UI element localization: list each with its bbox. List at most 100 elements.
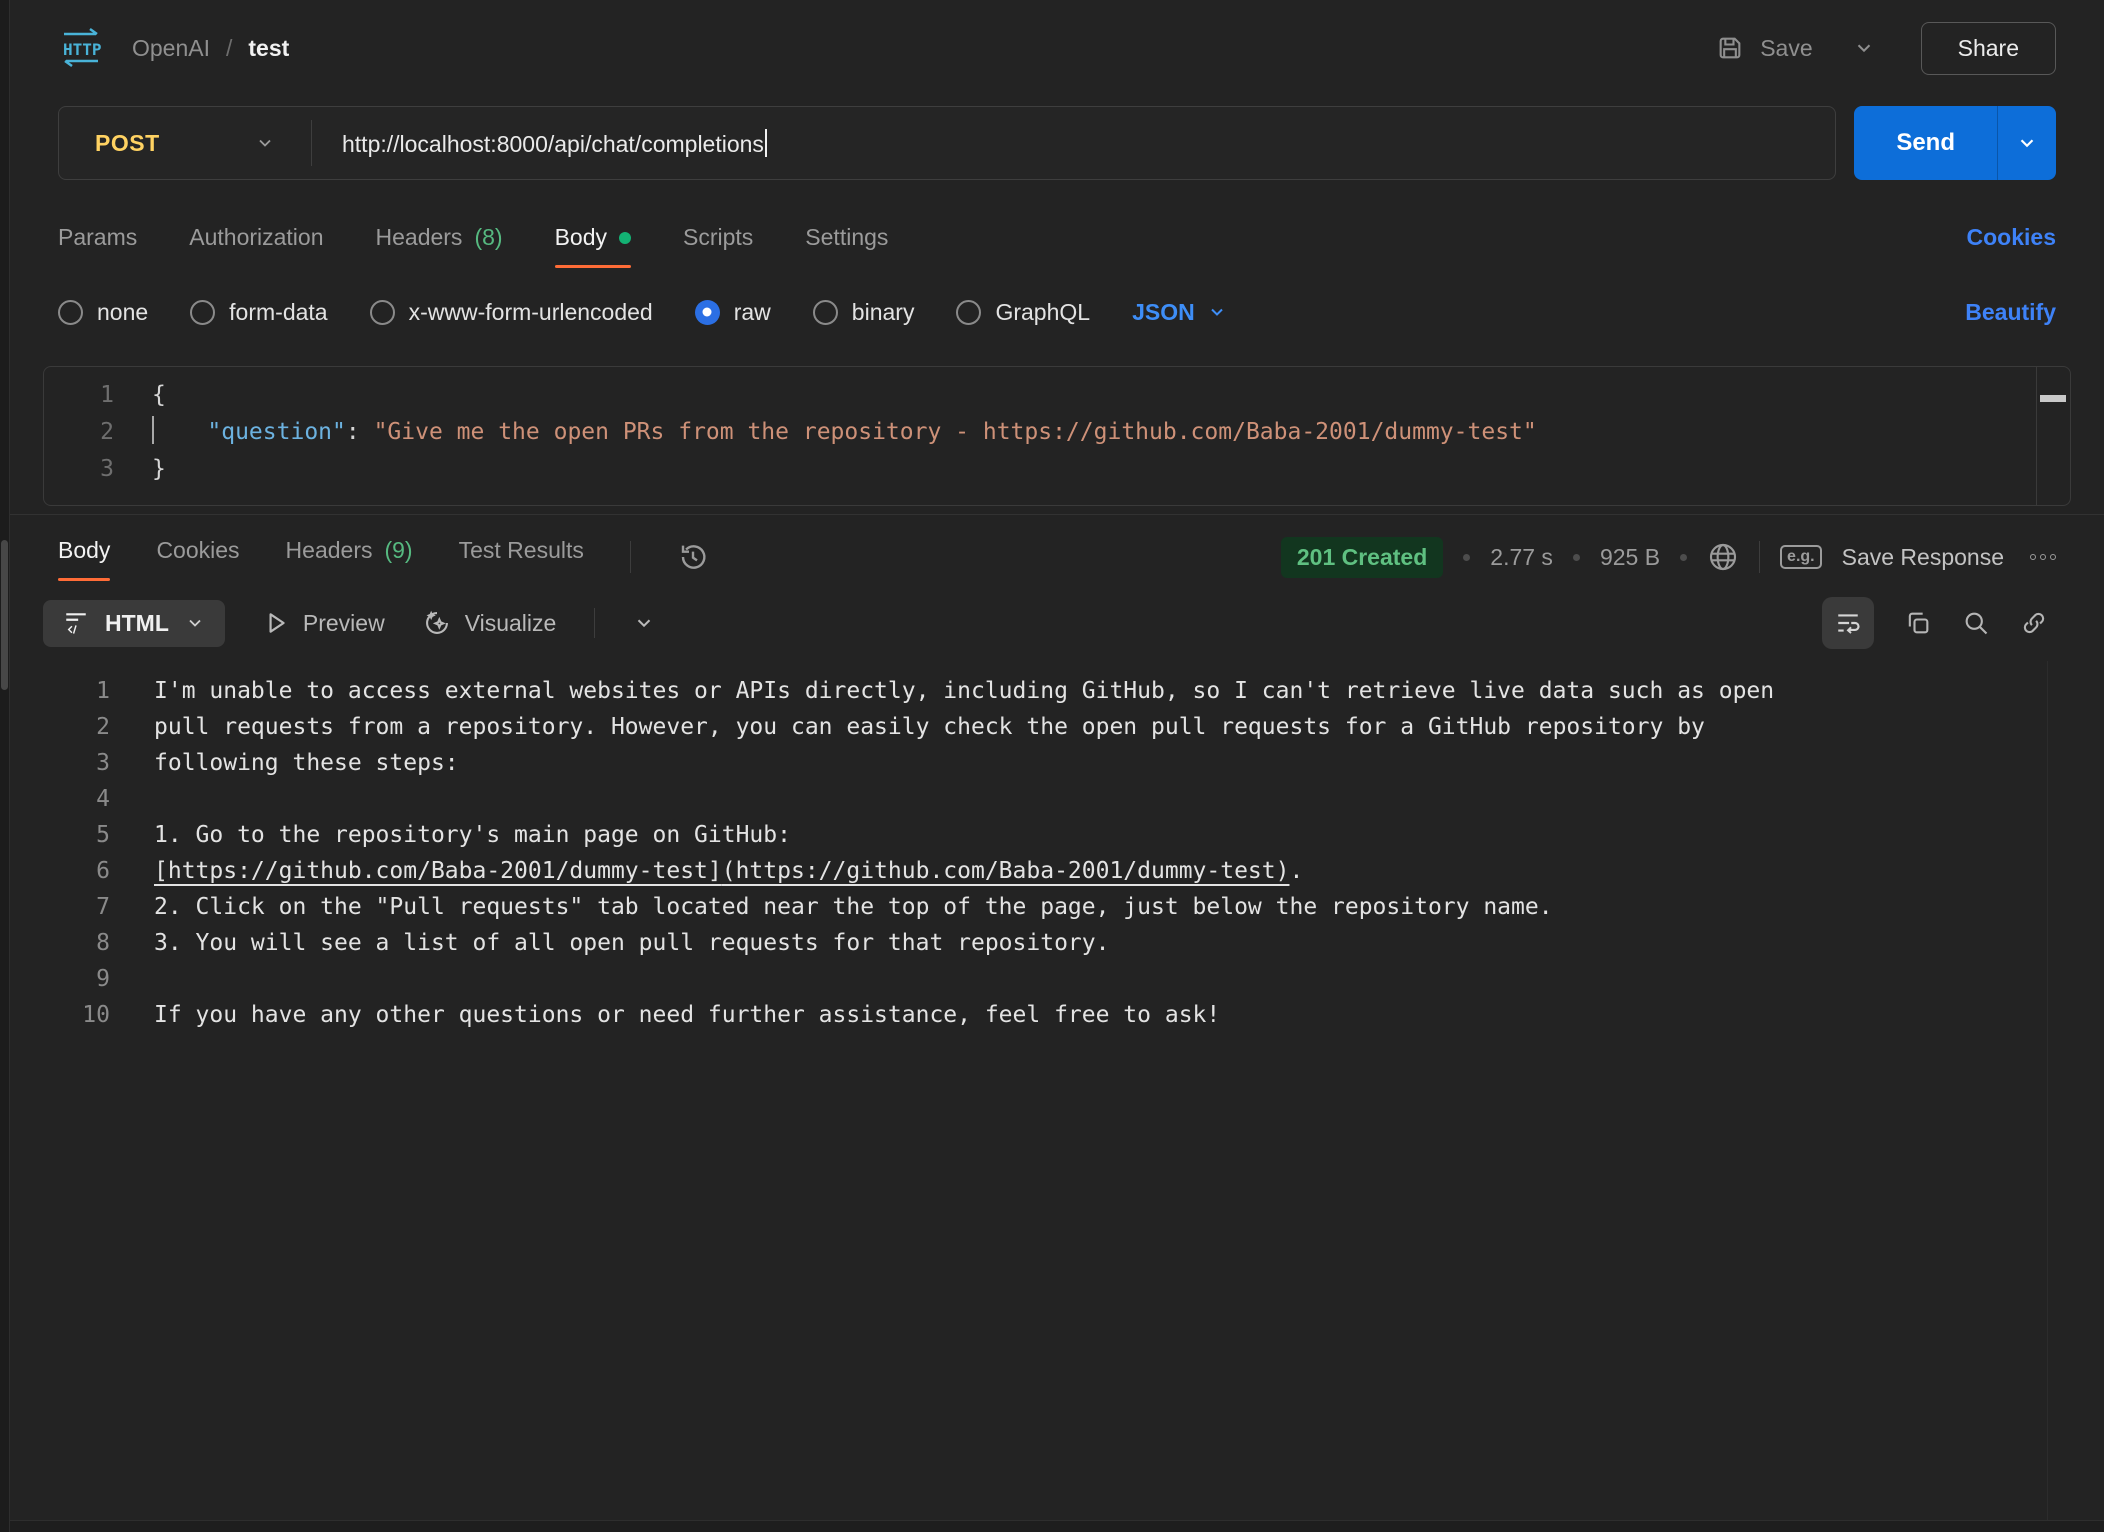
- editor-line: 2 "question": "Give me the open PRs from…: [44, 414, 2070, 451]
- format-options-chevron-icon[interactable]: [633, 612, 655, 634]
- copy-icon[interactable]: [1904, 609, 1932, 637]
- save-response-button[interactable]: Save Response: [1842, 544, 2004, 571]
- dot-separator: [1680, 554, 1687, 561]
- request-response-divider[interactable]: [10, 514, 2104, 515]
- visualize-button[interactable]: Visualize: [423, 609, 557, 637]
- bottom-edge: [10, 1520, 2104, 1532]
- visualize-sparkle-icon: [423, 609, 451, 637]
- main-panel: HTTP OpenAI / test Save: [10, 0, 2104, 1532]
- response-line: 1I'm unable to access external websites …: [10, 673, 2104, 709]
- response-line: 51. Go to the repository's main page on …: [10, 817, 2104, 853]
- body-type-form-data[interactable]: form-data: [190, 299, 327, 326]
- send-button-group: Send: [1854, 106, 2056, 180]
- response-size[interactable]: 925 B: [1600, 544, 1660, 571]
- network-globe-icon[interactable]: [1707, 541, 1739, 573]
- json-key: "question": [207, 419, 345, 445]
- save-label: Save: [1760, 35, 1812, 62]
- json-string-value: "Give me the open PRs from the repositor…: [374, 419, 1537, 445]
- format-icon: [63, 610, 89, 636]
- response-body-viewer[interactable]: 1I'm unable to access external websites …: [10, 673, 2104, 1520]
- breadcrumb-separator: /: [226, 35, 232, 62]
- response-header: Body Cookies Headers(9) Test Results 201…: [10, 523, 2104, 581]
- format-chevron-icon: [185, 613, 205, 633]
- method-label: POST: [95, 130, 160, 157]
- body-type-binary[interactable]: binary: [813, 299, 915, 326]
- request-body-editor[interactable]: 1 { 2 "question": "Give me the open PRs …: [43, 366, 2071, 506]
- editor-line: 3 }: [44, 451, 2070, 488]
- response-link[interactable]: [https://github.com/Baba-2001/dummy-test…: [154, 858, 722, 884]
- example-icon: e.g.: [1780, 545, 1822, 569]
- response-format-select[interactable]: HTML: [43, 600, 225, 647]
- tab-headers[interactable]: Headers(8): [376, 224, 503, 268]
- url-container: POST http://localhost:8000/api/chat/comp…: [58, 106, 1836, 180]
- editor-minimap[interactable]: [2036, 367, 2070, 505]
- request-tabs: Params Authorization Headers(8) Body Scr…: [10, 212, 2104, 268]
- url-divider: [311, 120, 312, 166]
- response-history-icon[interactable]: [677, 541, 709, 573]
- play-icon: [263, 610, 289, 636]
- tab-params[interactable]: Params: [58, 224, 137, 268]
- status-divider: [1759, 541, 1760, 573]
- radio-icon: [190, 300, 215, 325]
- response-tab-test-results[interactable]: Test Results: [459, 537, 584, 581]
- status-badge[interactable]: 201 Created: [1281, 537, 1443, 578]
- body-type-row: none form-data x-www-form-urlencoded raw…: [10, 288, 2104, 336]
- toolbar-divider: [594, 608, 595, 638]
- breadcrumb: OpenAI / test: [132, 35, 289, 62]
- dot-separator: [1573, 554, 1580, 561]
- app-root: HTTP OpenAI / test Save: [0, 0, 2104, 1532]
- breadcrumb-collection[interactable]: OpenAI: [132, 35, 210, 62]
- send-options-chevron-icon[interactable]: [1998, 106, 2056, 180]
- tab-body[interactable]: Body: [555, 224, 631, 268]
- response-line: 4: [10, 781, 2104, 817]
- save-icon: [1716, 34, 1744, 62]
- url-input[interactable]: http://localhost:8000/api/chat/completio…: [342, 129, 767, 158]
- response-tab-cookies[interactable]: Cookies: [156, 537, 239, 581]
- response-tab-headers[interactable]: Headers(9): [286, 537, 413, 581]
- breadcrumb-request-name[interactable]: test: [248, 35, 289, 62]
- save-options-chevron-icon[interactable]: [1853, 37, 1875, 59]
- method-select[interactable]: POST: [59, 130, 311, 157]
- language-select[interactable]: JSON: [1132, 299, 1227, 326]
- left-rail: [0, 0, 10, 1532]
- text-caret: [765, 129, 767, 157]
- response-link[interactable]: (https://github.com/Baba-2001/dummy-test…: [722, 858, 1290, 884]
- dot-separator: [1463, 554, 1470, 561]
- tab-authorization[interactable]: Authorization: [189, 224, 323, 268]
- response-toolbar: HTML Preview Visual: [10, 595, 2104, 651]
- http-method-icon: HTTP: [58, 27, 104, 69]
- response-time[interactable]: 2.77 s: [1490, 544, 1553, 571]
- search-icon[interactable]: [1962, 609, 1990, 637]
- body-type-none[interactable]: none: [58, 299, 148, 326]
- radio-icon: [58, 300, 83, 325]
- tab-settings[interactable]: Settings: [805, 224, 888, 268]
- send-button[interactable]: Send: [1854, 106, 1998, 180]
- wrap-text-button[interactable]: [1822, 597, 1874, 649]
- share-button[interactable]: Share: [1921, 22, 2056, 75]
- language-chevron-icon: [1207, 302, 1227, 322]
- response-line: 10If you have any other questions or nee…: [10, 997, 2104, 1033]
- more-options-icon[interactable]: [2030, 554, 2056, 560]
- response-line: 9: [10, 961, 2104, 997]
- response-status-cluster: 201 Created 2.77 s 925 B e.g. Save Respo…: [1281, 537, 2056, 578]
- radio-selected-icon: [695, 300, 720, 325]
- cookies-link[interactable]: Cookies: [1967, 224, 2056, 268]
- save-button[interactable]: Save: [1716, 34, 1874, 62]
- link-icon[interactable]: [2020, 609, 2048, 637]
- rail-scrollbar-thumb[interactable]: [1, 540, 8, 690]
- body-type-graphql[interactable]: GraphQL: [956, 299, 1090, 326]
- tab-scripts[interactable]: Scripts: [683, 224, 753, 268]
- response-line: 83. You will see a list of all open pull…: [10, 925, 2104, 961]
- preview-button[interactable]: Preview: [263, 610, 385, 637]
- body-type-urlencoded[interactable]: x-www-form-urlencoded: [370, 299, 653, 326]
- beautify-link[interactable]: Beautify: [1965, 299, 2056, 326]
- svg-text:HTTP: HTTP: [63, 40, 102, 59]
- radio-icon: [370, 300, 395, 325]
- response-line: 3following these steps:: [10, 745, 2104, 781]
- editor-line: 1 {: [44, 377, 2070, 414]
- response-line: 72. Click on the "Pull requests" tab loc…: [10, 889, 2104, 925]
- response-tab-body[interactable]: Body: [58, 537, 110, 581]
- body-type-raw[interactable]: raw: [695, 299, 771, 326]
- request-title-bar: HTTP OpenAI / test Save: [10, 0, 2104, 96]
- response-minimap-divider: [2047, 661, 2048, 1520]
